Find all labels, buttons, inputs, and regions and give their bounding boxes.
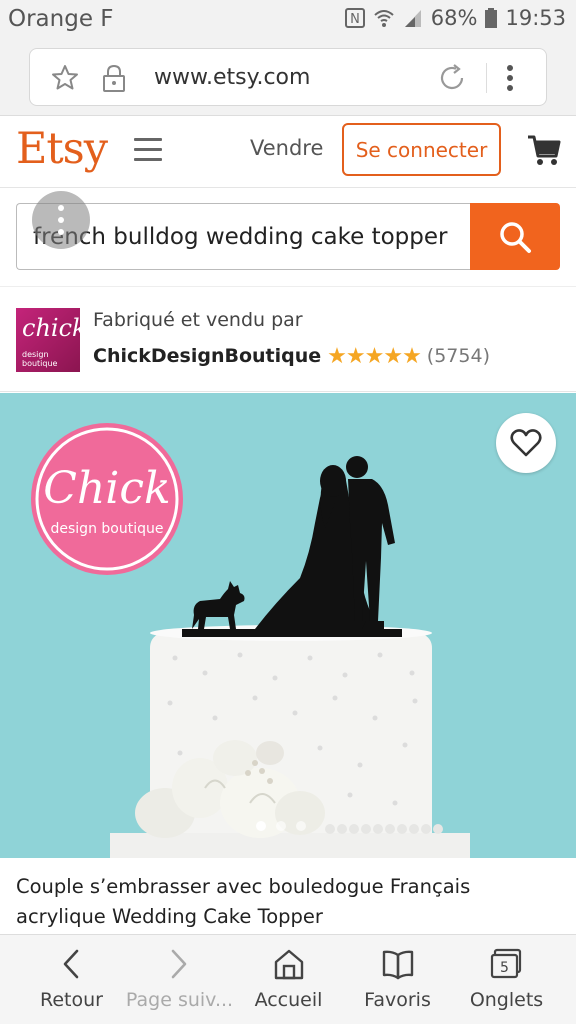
search-bar: french bulldog wedding cake topper — [0, 188, 576, 286]
carousel-dot[interactable] — [296, 821, 306, 831]
lock-icon — [103, 64, 125, 92]
nav-bookmarks[interactable]: Favoris — [340, 935, 455, 1024]
browser-toolbar: www.etsy.com — [0, 36, 576, 116]
review-count: (5754) — [426, 345, 490, 367]
svg-text:N: N — [350, 12, 360, 27]
shop-logo-subtext: design boutique — [22, 350, 58, 368]
nav-home-label: Accueil — [254, 989, 323, 1011]
search-button[interactable] — [470, 203, 560, 270]
carrier-name: Orange F — [8, 6, 114, 32]
chevron-left-icon — [63, 949, 79, 979]
search-query: french bulldog wedding cake topper — [33, 224, 448, 250]
search-icon — [500, 222, 531, 253]
carousel-indicator[interactable] — [256, 821, 306, 831]
carousel-dot[interactable] — [256, 821, 266, 831]
seller-info[interactable]: chick design boutique Fabriqué et vendu … — [0, 286, 576, 392]
clock: 19:53 — [505, 6, 566, 30]
badge-title: Chick — [43, 463, 171, 514]
tabs-count: 5 — [500, 960, 509, 976]
shop-badge-text: Chick design boutique — [29, 421, 185, 577]
site-header: Etsy Vendre Se connecter — [0, 116, 576, 188]
address-bar[interactable]: www.etsy.com — [29, 48, 547, 106]
toolbar-divider — [486, 63, 487, 93]
nav-bookmarks-label: Favoris — [364, 989, 431, 1011]
nav-back-label: Retour — [40, 989, 103, 1011]
nav-tabs[interactable]: 5 Onglets — [449, 935, 564, 1024]
signin-button[interactable]: Se connecter — [342, 123, 501, 176]
shop-name[interactable]: ChickDesignBoutique — [93, 345, 321, 367]
badge-subtitle: design boutique — [50, 521, 164, 537]
status-icons: N 68% 19:53 — [344, 6, 566, 30]
signal-icon — [404, 10, 421, 27]
etsy-logo[interactable]: Etsy — [16, 124, 108, 174]
nfc-icon: N — [344, 8, 365, 28]
browser-bottom-nav: Retour Page suiv... Accueil Favoris 5 On… — [0, 934, 576, 1024]
url-text: www.etsy.com — [154, 65, 311, 90]
shop-logo-text: chick — [22, 314, 80, 342]
battery-icon — [485, 8, 498, 28]
nav-forward[interactable]: Page suiv... — [122, 935, 237, 1024]
tabs-icon: 5 — [490, 948, 522, 979]
hamburger-menu-icon[interactable] — [134, 138, 162, 162]
product-title[interactable]: Couple s’embrasser avec bouledogue Franç… — [16, 872, 561, 932]
nav-home[interactable]: Accueil — [231, 935, 346, 1024]
more-menu-icon[interactable] — [506, 64, 514, 92]
favorite-button[interactable] — [496, 413, 556, 473]
sell-link[interactable]: Vendre — [250, 136, 323, 160]
product-image[interactable]: Chick design boutique — [0, 393, 576, 858]
heart-icon — [510, 429, 542, 457]
status-bar: Orange F N 68% 19:53 — [0, 0, 576, 36]
wifi-icon — [374, 10, 394, 27]
nav-forward-label: Page suiv... — [125, 989, 234, 1011]
made-by-label: Fabriqué et vendu par — [93, 309, 303, 331]
rating-stars: ★★★★★ — [327, 343, 422, 368]
floating-overflow-icon[interactable] — [32, 191, 90, 249]
shop-logo[interactable]: chick design boutique — [16, 308, 80, 372]
chevron-right-icon — [171, 949, 187, 979]
bookmarks-book-icon — [382, 950, 414, 980]
reload-icon[interactable] — [436, 62, 468, 94]
shop-rating-line: ChickDesignBoutique ★★★★★ (5754) — [93, 343, 490, 369]
nav-tabs-label: Onglets — [469, 989, 544, 1011]
cart-icon[interactable] — [526, 132, 562, 168]
bookmark-star-icon[interactable] — [50, 63, 80, 93]
carousel-dot[interactable] — [276, 821, 286, 831]
nav-back[interactable]: Retour — [14, 935, 129, 1024]
home-icon — [274, 949, 304, 980]
battery-percent: 68% — [430, 6, 478, 30]
